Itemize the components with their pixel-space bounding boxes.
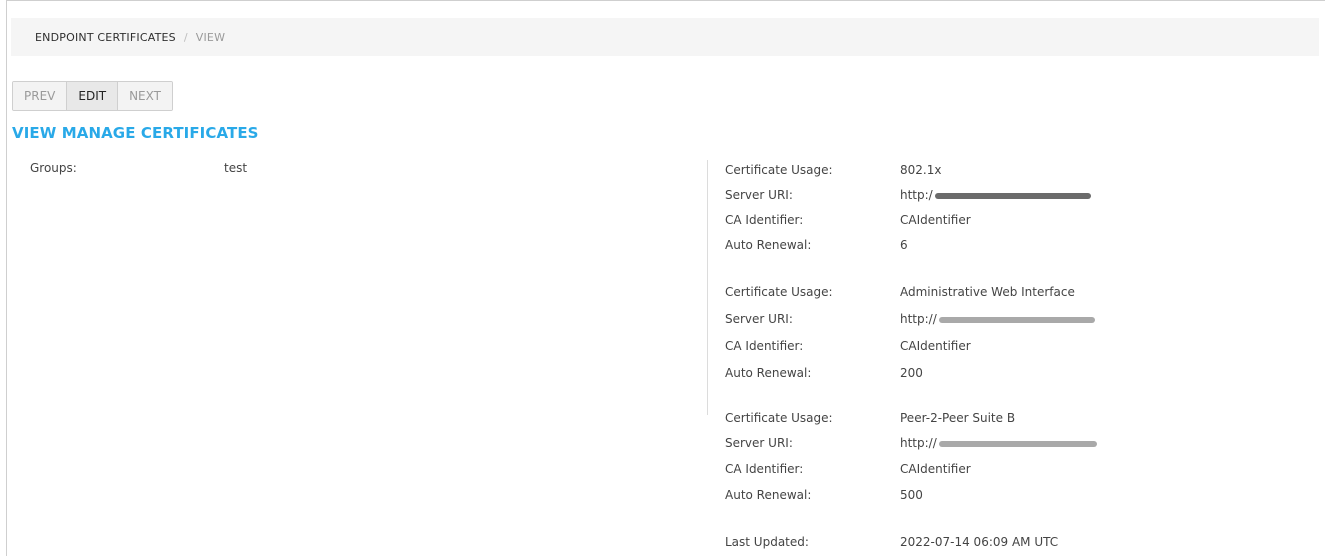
cert-1-server-uri-text: http:/ <box>900 188 933 202</box>
cert-3-auto-renewal-value: 500 <box>900 488 923 502</box>
cert-3-server-uri-text: http:// <box>900 436 937 450</box>
record-nav-buttons: PREV EDIT NEXT <box>12 81 173 111</box>
page-title: VIEW MANAGE CERTIFICATES <box>12 124 259 142</box>
breadcrumb-current: VIEW <box>195 30 226 44</box>
redacted-block <box>938 316 1095 323</box>
groups-value: test <box>224 161 248 175</box>
cert-3-ca-identifier-value: CAIdentifier <box>900 462 971 476</box>
redacted-block <box>938 440 1097 447</box>
cert-2-server-uri-value: http:// <box>900 312 1095 326</box>
cert-1-auto-renewal-value: 6 <box>900 238 908 252</box>
cert-1-usage-label: Certificate Usage: <box>725 163 833 177</box>
cert-2-ca-identifier-label: CA Identifier: <box>725 339 804 353</box>
edit-button[interactable]: EDIT <box>66 82 118 110</box>
cert-1-usage-value: 802.1x <box>900 163 942 177</box>
cert-2-auto-renewal-value: 200 <box>900 366 923 380</box>
cert-3-server-uri-label: Server URI: <box>725 436 793 450</box>
last-updated-value: 2022-07-14 06:09 AM UTC <box>900 535 1059 549</box>
cert-2-ca-identifier-value: CAIdentifier <box>900 339 971 353</box>
cert-3-server-uri-value: http:// <box>900 436 1097 450</box>
cert-2-server-uri-label: Server URI: <box>725 312 793 326</box>
cert-2-usage-value: Administrative Web Interface <box>900 285 1075 299</box>
cert-3-auto-renewal-label: Auto Renewal: <box>725 488 812 502</box>
last-updated-label: Last Updated: <box>725 535 809 549</box>
breadcrumb-separator: / <box>183 30 188 44</box>
cert-2-server-uri-text: http:// <box>900 312 937 326</box>
cert-1-ca-identifier-label: CA Identifier: <box>725 213 804 227</box>
cert-1-auto-renewal-label: Auto Renewal: <box>725 238 812 252</box>
breadcrumb-endpoint-certificates[interactable]: ENDPOINT CERTIFICATES <box>35 31 176 44</box>
column-divider <box>707 160 708 415</box>
groups-label: Groups: <box>30 161 77 175</box>
breadcrumb: ENDPOINT CERTIFICATES / VIEW <box>11 18 1319 56</box>
cert-2-auto-renewal-label: Auto Renewal: <box>725 366 812 380</box>
prev-button[interactable]: PREV <box>13 82 67 110</box>
cert-3-ca-identifier-label: CA Identifier: <box>725 462 804 476</box>
cert-3-usage-label: Certificate Usage: <box>725 411 833 425</box>
cert-1-server-uri-value: http:/ <box>900 188 1091 202</box>
cert-1-ca-identifier-value: CAIdentifier <box>900 213 971 227</box>
next-button[interactable]: NEXT <box>117 82 172 110</box>
main-frame <box>6 0 1325 556</box>
cert-3-usage-value: Peer-2-Peer Suite B <box>900 411 1016 425</box>
cert-2-usage-label: Certificate Usage: <box>725 285 833 299</box>
redacted-block <box>934 192 1091 199</box>
cert-1-server-uri-label: Server URI: <box>725 188 793 202</box>
